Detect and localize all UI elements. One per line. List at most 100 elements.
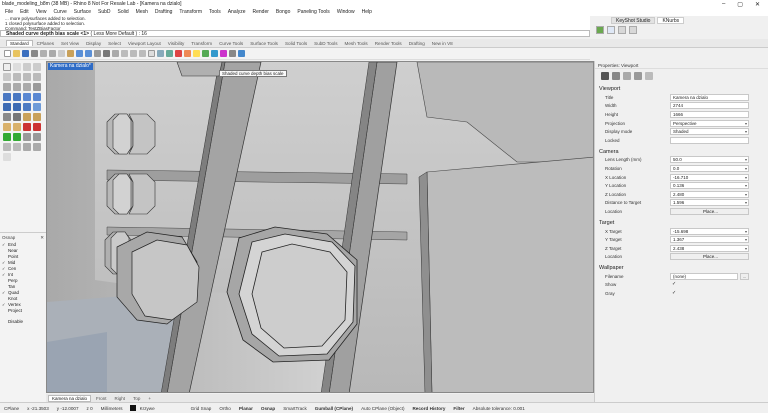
toggle-osnap[interactable]: Osnap bbox=[257, 406, 279, 411]
property-value[interactable]: 0.136 bbox=[670, 182, 749, 190]
property-value[interactable]: -15.698 bbox=[670, 227, 749, 235]
menu-curve[interactable]: Curve bbox=[53, 9, 66, 15]
property-value[interactable]: 50.0 bbox=[670, 156, 749, 164]
toggle-planar[interactable]: Planar bbox=[235, 406, 257, 411]
explode-icon[interactable] bbox=[13, 133, 21, 141]
place-button[interactable]: Place... bbox=[670, 253, 749, 261]
curve-icon[interactable] bbox=[3, 73, 11, 81]
split-icon[interactable] bbox=[23, 123, 31, 131]
property-value[interactable]: Kamera na dzialo bbox=[670, 93, 749, 101]
tab-new-in-v8[interactable]: New in V8 bbox=[429, 41, 456, 46]
toggle-ortho[interactable]: Ortho bbox=[215, 406, 235, 411]
dimension-icon[interactable] bbox=[23, 133, 31, 141]
zoom-extents-icon[interactable] bbox=[130, 50, 137, 57]
cut-icon[interactable] bbox=[49, 50, 56, 57]
mesh-icon[interactable] bbox=[3, 113, 11, 121]
join-icon[interactable] bbox=[3, 133, 11, 141]
trim-icon[interactable] bbox=[33, 123, 41, 131]
toggle-filter[interactable]: Filter bbox=[449, 406, 468, 411]
polygon-icon[interactable] bbox=[13, 83, 21, 91]
checkbox-icon[interactable]: ✓ bbox=[2, 290, 6, 295]
viewport-title[interactable]: Kamera na dzialo* bbox=[48, 63, 93, 70]
browse-button[interactable]: ... bbox=[740, 272, 749, 280]
osnap-item[interactable]: Disable bbox=[2, 318, 44, 324]
zoom-selected-icon[interactable] bbox=[139, 50, 146, 57]
perspective-viewport[interactable]: Kamera na dzialo* Shaded curve depth bia… bbox=[46, 61, 594, 393]
pan-icon[interactable] bbox=[94, 50, 101, 57]
tab-knurbs[interactable]: KNurbs bbox=[657, 17, 685, 24]
property-checkbox[interactable]: ✓ bbox=[670, 290, 676, 297]
tab-drafting[interactable]: Drafting bbox=[406, 41, 428, 46]
copy-icon[interactable] bbox=[58, 50, 65, 57]
tab-top[interactable]: Top bbox=[130, 396, 143, 401]
sweep-icon[interactable] bbox=[33, 93, 41, 101]
maximize-icon[interactable]: ▢ bbox=[737, 1, 743, 8]
display-icon[interactable] bbox=[645, 71, 653, 80]
select-icon[interactable] bbox=[148, 50, 155, 57]
menu-help[interactable]: Help bbox=[362, 9, 372, 15]
select-arrow-icon[interactable] bbox=[3, 63, 11, 71]
tab-kamera-na-dzialo[interactable]: Kamera na dzialo bbox=[48, 394, 92, 402]
menu-paneling-tools[interactable]: Paneling Tools bbox=[297, 9, 329, 15]
lock-icon[interactable] bbox=[23, 143, 31, 151]
tab-right[interactable]: Right bbox=[112, 396, 129, 401]
menu-mesh[interactable]: Mesh bbox=[136, 9, 148, 15]
undo-icon[interactable] bbox=[76, 50, 83, 57]
toggle-gumball[interactable]: Gumball (CPlane) bbox=[311, 406, 357, 411]
surface-icon[interactable] bbox=[3, 93, 11, 101]
tab-set-view[interactable]: Set View bbox=[58, 41, 82, 46]
checkbox-icon[interactable]: ✓ bbox=[2, 266, 6, 271]
texture-icon[interactable] bbox=[634, 71, 642, 80]
toggle-grid-snap[interactable]: Grid Snap bbox=[187, 406, 216, 411]
new-file-icon[interactable] bbox=[4, 50, 11, 57]
zoom-icon[interactable] bbox=[112, 50, 119, 57]
minimize-icon[interactable]: – bbox=[722, 1, 725, 8]
tab-subd-tools[interactable]: SubD Tools bbox=[311, 41, 340, 46]
place-button[interactable]: Place... bbox=[670, 207, 749, 215]
save-icon[interactable] bbox=[22, 50, 29, 57]
zoom-window-icon[interactable] bbox=[121, 50, 128, 57]
menu-drafting[interactable]: Drafting bbox=[155, 9, 173, 15]
current-layer[interactable]: Krzywe bbox=[136, 406, 159, 411]
color-icon[interactable] bbox=[220, 50, 227, 57]
property-value[interactable]: Perspective bbox=[670, 119, 749, 127]
menu-analyze[interactable]: Analyze bbox=[228, 9, 246, 15]
menu-transform[interactable]: Transform bbox=[179, 9, 202, 15]
menu-subd[interactable]: SubD bbox=[98, 9, 111, 15]
mirror-icon[interactable] bbox=[33, 113, 41, 121]
tab-solid-tools[interactable]: Solid Tools bbox=[282, 41, 310, 46]
property-value[interactable]: 2744 bbox=[670, 102, 749, 110]
menu-view[interactable]: View bbox=[36, 9, 47, 15]
polyline-icon[interactable] bbox=[33, 63, 41, 71]
options-icon[interactable] bbox=[229, 50, 236, 57]
help-icon[interactable] bbox=[607, 26, 615, 34]
menu-solid[interactable]: Solid bbox=[118, 9, 129, 15]
group-icon[interactable] bbox=[3, 143, 11, 151]
fillet-icon[interactable] bbox=[33, 83, 41, 91]
tab-surface-tools[interactable]: Surface Tools bbox=[247, 41, 281, 46]
box-icon[interactable] bbox=[3, 103, 11, 111]
hide-icon[interactable] bbox=[13, 143, 21, 151]
import-icon[interactable] bbox=[40, 50, 47, 57]
rectangle-icon[interactable] bbox=[3, 83, 11, 91]
add-viewport-button[interactable]: + bbox=[145, 396, 154, 401]
analyze-icon[interactable] bbox=[33, 133, 41, 141]
tab-front[interactable]: Front bbox=[93, 396, 110, 401]
menu-bongo[interactable]: Bongo bbox=[276, 9, 290, 15]
property-value[interactable]: 2.438 bbox=[670, 244, 749, 252]
tab-visibility[interactable]: Visibility bbox=[165, 41, 188, 46]
tab-transform[interactable]: Transform bbox=[188, 41, 215, 46]
loft-icon[interactable] bbox=[23, 93, 31, 101]
line-icon[interactable] bbox=[23, 63, 31, 71]
command-line[interactable]: Shaded curve depth bias scale <1> ( Less… bbox=[0, 30, 590, 37]
render-icon[interactable] bbox=[175, 50, 182, 57]
property-value[interactable]: 0.0 bbox=[670, 164, 749, 172]
menu-surface[interactable]: Surface bbox=[74, 9, 91, 15]
property-value[interactable]: -16.710 bbox=[670, 173, 749, 181]
menu-window[interactable]: Window bbox=[337, 9, 355, 15]
checkbox-icon[interactable]: ✓ bbox=[2, 302, 6, 307]
light-icon[interactable] bbox=[193, 50, 200, 57]
toggle-record-history[interactable]: Record History bbox=[408, 406, 449, 411]
menu-edit[interactable]: Edit bbox=[20, 9, 29, 15]
print-icon[interactable] bbox=[31, 50, 38, 57]
